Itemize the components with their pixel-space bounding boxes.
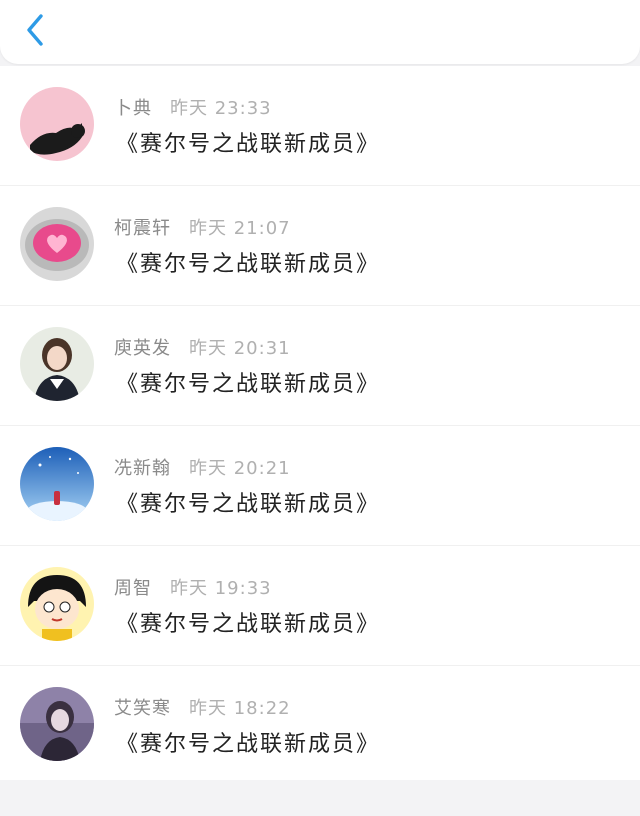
- message-meta: 周智 昨天 19:33: [114, 574, 272, 600]
- message-meta: 庾英发 昨天 20:31: [114, 334, 291, 360]
- message-text: 《赛尔号之战联新成员》: [116, 492, 381, 517]
- message-item[interactable]: 卜典 昨天 23:33 《赛尔号之战联新成员》: [0, 66, 640, 186]
- message-meta: 卜典 昨天 23:33: [114, 94, 272, 120]
- sender-name: 周智: [114, 578, 152, 599]
- message-time: 昨天 20:21: [189, 458, 291, 479]
- message-time: 昨天 19:33: [170, 578, 272, 599]
- message-item[interactable]: 柯震轩 昨天 21:07 《赛尔号之战联新成员》: [0, 186, 640, 306]
- black-cat-avatar[interactable]: [20, 87, 94, 161]
- message-list: 卜典 昨天 23:33 《赛尔号之战联新成员》 柯震轩 昨天 21:07 《赛尔号之…: [0, 66, 640, 786]
- sender-name: 庾英发: [114, 338, 171, 359]
- message-time: 昨天 18:22: [189, 698, 291, 719]
- chevron-left-icon: [27, 14, 43, 46]
- message-time: 昨天 21:07: [189, 218, 291, 239]
- message-text: 《赛尔号之战联新成员》: [116, 132, 381, 157]
- message-meta: 艾笑寒 昨天 18:22: [114, 694, 291, 720]
- pink-heart-cup-avatar[interactable]: [20, 207, 94, 281]
- message-item[interactable]: 周智 昨天 19:33 《赛尔号之战联新成员》: [0, 546, 640, 666]
- message-text: 《赛尔号之战联新成员》: [116, 252, 381, 277]
- message-time: 昨天 23:33: [170, 98, 272, 119]
- message-item[interactable]: 庾英发 昨天 20:31 《赛尔号之战联新成员》: [0, 306, 640, 426]
- message-meta: 柯震轩 昨天 21:07: [114, 214, 291, 240]
- sender-name: 冼新翰: [114, 458, 171, 479]
- message-text: 《赛尔号之战联新成员》: [116, 372, 381, 397]
- sender-name: 柯震轩: [114, 218, 171, 239]
- blue-sky-avatar[interactable]: [20, 447, 94, 521]
- message-time: 昨天 20:31: [189, 338, 291, 359]
- back-button[interactable]: [18, 10, 52, 50]
- message-text: 《赛尔号之战联新成员》: [116, 732, 381, 757]
- bottom-background: [0, 780, 640, 816]
- top-bar: [0, 0, 640, 64]
- cartoon-girl-avatar[interactable]: [20, 567, 94, 641]
- message-meta: 冼新翰 昨天 20:21: [114, 454, 291, 480]
- message-item[interactable]: 艾笑寒 昨天 18:22 《赛尔号之战联新成员》: [0, 666, 640, 786]
- girl-photo-avatar[interactable]: [20, 327, 94, 401]
- message-text: 《赛尔号之战联新成员》: [116, 612, 381, 637]
- message-item[interactable]: 冼新翰 昨天 20:21 《赛尔号之战联新成员》: [0, 426, 640, 546]
- sender-name: 艾笑寒: [114, 698, 171, 719]
- purple-photo-avatar[interactable]: [20, 687, 94, 761]
- sender-name: 卜典: [114, 98, 152, 119]
